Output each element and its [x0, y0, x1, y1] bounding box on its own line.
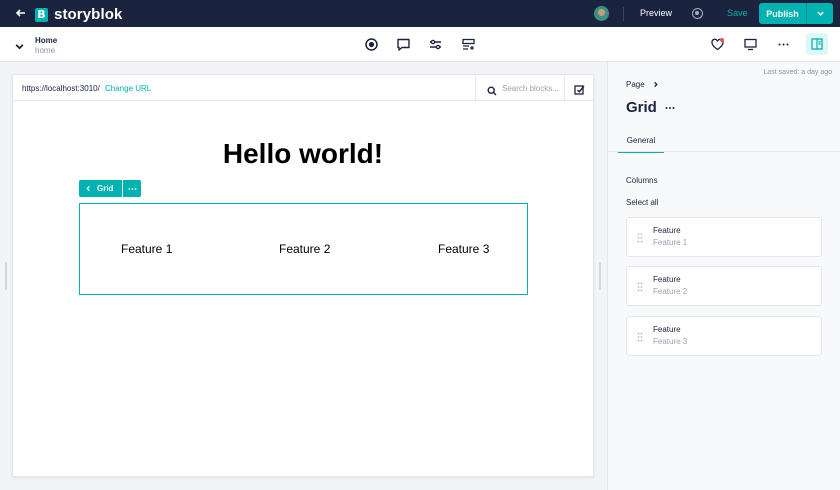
resize-handle-right[interactable] [599, 262, 601, 290]
visual-edit-toggle[interactable] [564, 75, 593, 100]
column-name: Feature 2 [653, 287, 688, 296]
chevron-down-icon[interactable] [14, 39, 25, 50]
block-title: Grid [626, 99, 657, 116]
record-icon[interactable] [692, 8, 703, 19]
tab-divider [608, 151, 840, 152]
preview-url: https://localhost:3010/ [22, 84, 100, 93]
heart-icon[interactable] [710, 37, 725, 52]
block-insert-icon[interactable] [461, 37, 476, 52]
search-blocks-input[interactable]: Search blocks... [475, 75, 564, 100]
drag-handle-icon[interactable] [637, 332, 643, 342]
columns-label: Columns [626, 176, 658, 185]
column-name: Feature 1 [653, 238, 688, 247]
search-icon [487, 83, 497, 96]
grid-block-button[interactable]: Grid [79, 180, 122, 197]
story-breadcrumb[interactable]: Home home [35, 36, 57, 55]
chevron-left-icon [86, 185, 90, 192]
preview-button[interactable]: Preview [640, 8, 672, 18]
edit-check-icon [574, 82, 585, 95]
monitor-icon[interactable] [743, 37, 758, 52]
panel-layout-button[interactable] [806, 33, 828, 55]
preview-frame: https://localhost:3010/ Change URL Searc… [12, 74, 594, 477]
last-saved-status: Last saved: a day ago [763, 69, 833, 76]
more-icon [127, 187, 137, 190]
logo-mark: B [35, 7, 48, 22]
more-icon[interactable] [776, 37, 791, 52]
url-bar: https://localhost:3010/ Change URL Searc… [13, 75, 593, 101]
save-button[interactable]: Save [727, 8, 748, 18]
change-url-link[interactable]: Change URL [105, 84, 151, 93]
feature-block[interactable]: Feature 1 [121, 242, 172, 256]
grid-block[interactable]: Feature 1 Feature 2 Feature 3 [79, 203, 528, 295]
brand-name: storyblok [54, 6, 123, 23]
column-item[interactable]: Feature Feature 3 [626, 316, 822, 356]
block-editor-sidebar: Last saved: a day ago Page Grid General … [607, 62, 840, 490]
story-title: Home [35, 36, 58, 45]
comment-icon[interactable] [396, 37, 411, 52]
grid-tag-label: Grid [97, 184, 114, 193]
resize-handle-left[interactable] [5, 262, 7, 290]
sliders-icon[interactable] [428, 37, 443, 52]
column-name: Feature 3 [653, 337, 688, 346]
feature-block[interactable]: Feature 3 [438, 242, 489, 256]
column-type: Feature [653, 325, 681, 334]
drag-handle-icon[interactable] [637, 233, 643, 243]
chevron-down-icon [816, 11, 824, 16]
publish-group: Publish [759, 3, 833, 24]
grid-more-button[interactable] [123, 180, 141, 197]
grid-block-tag: Grid [79, 180, 141, 197]
block-more-icon[interactable] [665, 102, 675, 113]
editor-toolbar: Home home [0, 27, 840, 62]
story-slug: home [35, 46, 56, 55]
select-all-checkbox[interactable]: Select all [626, 198, 658, 207]
column-item[interactable]: Feature Feature 1 [626, 217, 822, 257]
publish-button[interactable]: Publish [759, 3, 806, 24]
record-icon[interactable] [364, 37, 379, 52]
column-type: Feature [653, 275, 681, 284]
page-heading: Hello world! [222, 138, 384, 169]
breadcrumb-page: Page [626, 80, 645, 89]
column-type: Feature [653, 226, 681, 235]
back-arrow-icon[interactable] [14, 6, 28, 20]
publish-options-button[interactable] [806, 3, 833, 24]
breadcrumb[interactable]: Page [626, 80, 659, 89]
tab-general[interactable]: General [618, 130, 664, 153]
avatar[interactable] [594, 6, 609, 21]
feature-block[interactable]: Feature 2 [279, 242, 330, 256]
divider [623, 7, 624, 21]
drag-handle-icon[interactable] [637, 282, 643, 292]
panel-layout-icon [811, 38, 823, 50]
column-item[interactable]: Feature Feature 2 [626, 266, 822, 306]
chevron-right-icon [653, 81, 658, 88]
search-placeholder: Search blocks... [502, 84, 559, 93]
top-bar: B storyblok Preview Save Publish [0, 0, 840, 27]
storyblok-logo[interactable]: B storyblok [35, 6, 122, 23]
